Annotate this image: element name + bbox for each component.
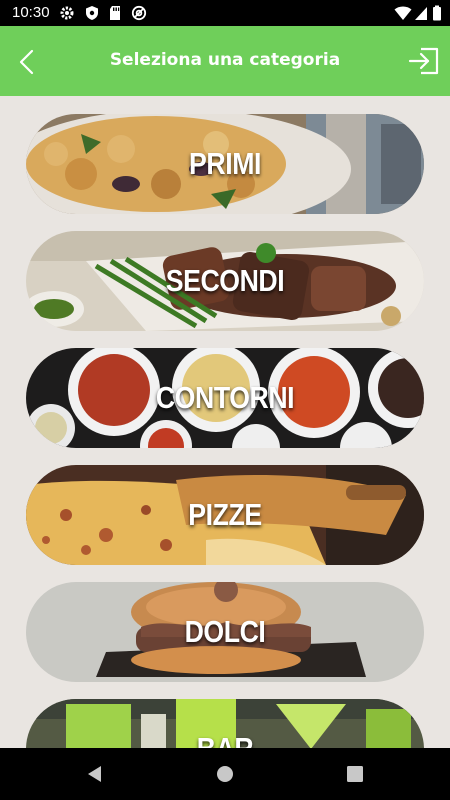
recents-square-icon[interactable] (345, 764, 365, 784)
system-nav-bar (0, 748, 450, 800)
category-secondi[interactable]: SECONDI (26, 231, 424, 331)
cell-signal-icon (415, 7, 427, 20)
category-primi[interactable]: PRIMI (26, 114, 424, 214)
status-bar: 10:30 (0, 0, 450, 26)
sd-card-icon (110, 6, 120, 20)
category-contorni[interactable]: CONTORNI (26, 348, 424, 448)
home-circle-icon[interactable] (215, 764, 235, 784)
shield-icon (86, 6, 98, 20)
category-label: CONTORNI (155, 380, 295, 415)
category-label: BAR (54, 699, 396, 748)
gear-icon (60, 6, 74, 20)
category-label: PRIMI (189, 146, 261, 181)
login-arrow-icon[interactable] (408, 46, 440, 76)
category-bar[interactable]: BAR (26, 699, 424, 748)
back-triangle-icon[interactable] (85, 764, 105, 784)
status-time: 10:30 (12, 4, 50, 21)
app-header: Seleziona una categoria (0, 26, 450, 96)
wifi-icon (394, 6, 412, 20)
category-list: PRIMI SECONDI CONTORNI PIZZE DOLCI (0, 96, 450, 748)
page-title: Seleziona una categoria (109, 50, 341, 70)
category-label: PIZZE (188, 497, 262, 532)
category-label: DOLCI (184, 614, 266, 649)
at-sign-icon (131, 5, 147, 21)
category-dolci[interactable]: DOLCI (26, 582, 424, 682)
battery-icon (433, 5, 441, 21)
category-label: SECONDI (165, 263, 285, 298)
category-pizze[interactable]: PIZZE (26, 465, 424, 565)
